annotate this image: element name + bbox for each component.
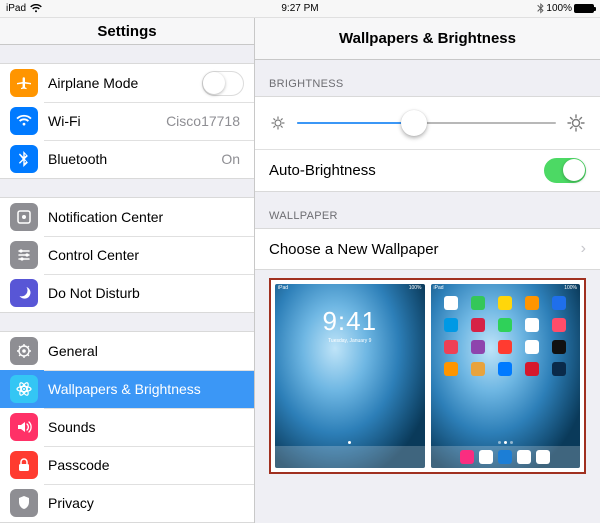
sidebar-item-wallpapers-brightness[interactable]: Wallpapers & Brightness (0, 370, 254, 408)
wifi-value: Cisco17718 (166, 113, 240, 129)
status-bar: iPad 9:27 PM 100% (0, 0, 600, 18)
passcode-label: Passcode (48, 457, 244, 473)
control-center-icon (10, 241, 38, 269)
sidebar-group-notifications: Notification Center Control Center Do No… (0, 197, 254, 313)
battery-label: 100% (546, 3, 572, 14)
home-dock (431, 446, 581, 468)
choose-wallpaper-label: Choose a New Wallpaper (269, 241, 581, 258)
chevron-right-icon: › (581, 240, 586, 258)
sidebar-item-notification-center[interactable]: Notification Center (0, 198, 254, 236)
passcode-icon (10, 451, 38, 479)
privacy-icon (10, 489, 38, 517)
brightness-slider-row (255, 97, 600, 149)
airplane-label: Airplane Mode (48, 75, 202, 91)
detail-title: Wallpapers & Brightness (255, 18, 600, 60)
choose-wallpaper-row[interactable]: Choose a New Wallpaper › (255, 229, 600, 269)
privacy-label: Privacy (48, 495, 244, 511)
home-screen-preview[interactable]: iPad100% (431, 284, 581, 468)
notification-center-icon (10, 203, 38, 231)
brightness-header: BRIGHTNESS (255, 60, 600, 96)
auto-brightness-switch[interactable] (544, 158, 586, 183)
wifi-label: Wi-Fi (48, 113, 166, 129)
wallpaper-previews: iPad100% 9:41 Tuesday, January 9 iPad100… (269, 278, 586, 474)
dnd-label: Do Not Disturb (48, 285, 244, 301)
sidebar-item-airplane[interactable]: Airplane Mode (0, 64, 254, 102)
airplane-icon (10, 69, 38, 97)
sidebar-title: Settings (0, 18, 254, 45)
bluetooth-icon (537, 3, 544, 14)
auto-brightness-row: Auto-Brightness (255, 149, 600, 191)
nc-label: Notification Center (48, 209, 244, 225)
lock-clock: 9:41 Tuesday, January 9 (275, 306, 425, 344)
sounds-label: Sounds (48, 419, 244, 435)
wifi-icon (30, 4, 42, 13)
auto-brightness-label: Auto-Brightness (269, 162, 544, 179)
brightness-slider[interactable] (297, 122, 556, 124)
wallpaper-header: WALLPAPER (255, 192, 600, 228)
home-app-grid (441, 296, 571, 376)
brightness-slider-thumb[interactable] (401, 110, 427, 136)
wallpapers-icon (10, 375, 38, 403)
general-icon (10, 337, 38, 365)
general-label: General (48, 343, 244, 359)
brightness-max-icon (566, 113, 586, 133)
dnd-icon (10, 279, 38, 307)
sidebar-item-control-center[interactable]: Control Center (0, 236, 254, 274)
wallpaper-panel: Choose a New Wallpaper › (255, 228, 600, 270)
status-time: 9:27 PM (202, 3, 398, 14)
brightness-panel: Auto-Brightness (255, 96, 600, 192)
battery-icon (574, 4, 594, 13)
detail-pane: Wallpapers & Brightness BRIGHTNESS Auto-… (255, 18, 600, 523)
brightness-min-icon (269, 114, 287, 132)
sidebar-item-wifi[interactable]: Wi-Fi Cisco17718 (0, 102, 254, 140)
sidebar-item-passcode[interactable]: Passcode (0, 446, 254, 484)
wifi-settings-icon (10, 107, 38, 135)
bluetooth-settings-icon (10, 145, 38, 173)
airplane-switch[interactable] (202, 71, 244, 96)
sidebar-item-sounds[interactable]: Sounds (0, 408, 254, 446)
sidebar-item-general[interactable]: General (0, 332, 254, 370)
sidebar-group-general: General Wallpapers & Brightness Sounds P… (0, 331, 254, 523)
settings-sidebar: Settings Airplane Mode Wi-Fi Cisco17718 (0, 18, 255, 523)
sidebar-group-network: Airplane Mode Wi-Fi Cisco17718 Bluetooth… (0, 63, 254, 179)
bluetooth-value: On (221, 151, 240, 167)
sidebar-item-dnd[interactable]: Do Not Disturb (0, 274, 254, 312)
lock-screen-preview[interactable]: iPad100% 9:41 Tuesday, January 9 (275, 284, 425, 468)
cc-label: Control Center (48, 247, 244, 263)
wb-label: Wallpapers & Brightness (48, 381, 244, 397)
device-label: iPad (6, 3, 26, 14)
bluetooth-label: Bluetooth (48, 151, 221, 167)
sounds-icon (10, 413, 38, 441)
sidebar-item-privacy[interactable]: Privacy (0, 484, 254, 522)
sidebar-item-bluetooth[interactable]: Bluetooth On (0, 140, 254, 178)
